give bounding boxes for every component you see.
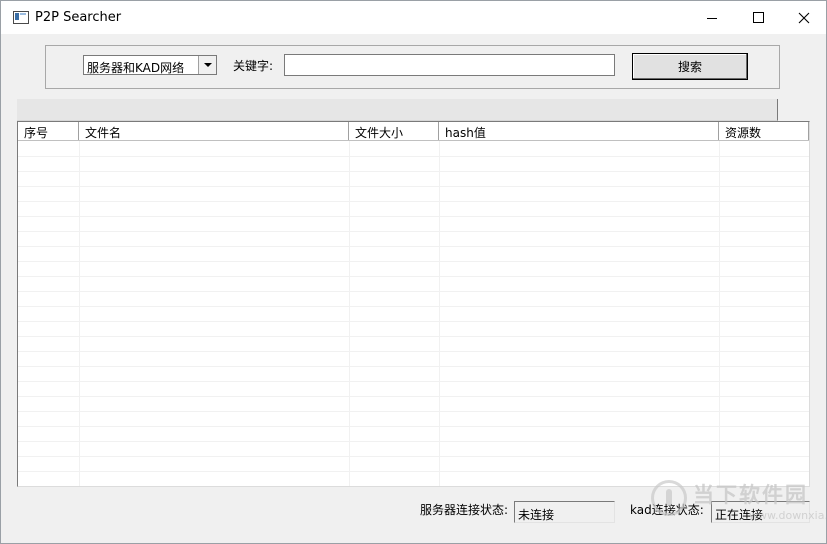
grid-row-line: [18, 306, 809, 307]
column-header-index[interactable]: 序号: [18, 122, 79, 140]
app-icon: [13, 11, 29, 24]
watermark-url: www.downxia.com: [749, 509, 826, 522]
keyword-input[interactable]: [284, 54, 615, 76]
grid-row-line: [18, 261, 809, 262]
search-progress-bar: [17, 99, 778, 121]
grid-row-line: [18, 366, 809, 367]
column-header-sources[interactable]: 资源数: [719, 122, 809, 140]
grid-row-line: [18, 216, 809, 217]
grid-row-line: [18, 471, 809, 472]
grid-row-line: [18, 156, 809, 157]
search-scope-dropdown[interactable]: 服务器和KAD网络: [83, 55, 217, 75]
watermark-logo-icon: [651, 480, 687, 516]
keyword-label: 关键字:: [233, 59, 274, 73]
grid-row-line: [18, 381, 809, 382]
column-header-filesize[interactable]: 文件大小: [349, 122, 439, 140]
minimize-icon: [707, 18, 717, 19]
grid-row-line: [18, 276, 809, 277]
grid-row-line: [18, 291, 809, 292]
grid-row-line: [18, 171, 809, 172]
app-window: P2P Searcher 服务器和KAD网络 关键字: 搜索 序号 文件名 文件…: [0, 0, 827, 544]
title-bar[interactable]: P2P Searcher: [1, 1, 826, 34]
search-scope-value: 服务器和KAD网络: [87, 61, 185, 75]
grid-column-line: [719, 141, 720, 486]
grid-column-line: [349, 141, 350, 486]
column-header-filename[interactable]: 文件名: [79, 122, 349, 140]
grid-row-line: [18, 231, 809, 232]
close-icon: [798, 12, 810, 23]
window-title: P2P Searcher: [35, 10, 122, 25]
grid-column-line: [79, 141, 80, 486]
watermark: 当下软件园 www.downxia.com: [651, 477, 826, 529]
grid-row-line: [18, 411, 809, 412]
server-status-label: 服务器连接状态:: [420, 503, 509, 517]
grid-row-line: [18, 426, 809, 427]
grid-row-line: [18, 351, 809, 352]
watermark-name: 当下软件园: [693, 483, 808, 507]
chevron-down-icon[interactable]: [198, 56, 216, 74]
search-button[interactable]: 搜索: [632, 53, 748, 80]
grid-row-line: [18, 456, 809, 457]
close-button[interactable]: [781, 1, 826, 34]
grid-row-line: [18, 201, 809, 202]
results-body: [18, 141, 809, 486]
results-list[interactable]: 序号 文件名 文件大小 hash值 资源数: [17, 121, 810, 487]
maximize-button[interactable]: [735, 1, 781, 34]
minimize-button[interactable]: [689, 1, 735, 34]
maximize-icon: [752, 12, 764, 23]
grid-row-line: [18, 186, 809, 187]
grid-row-line: [18, 246, 809, 247]
server-status-value: 未连接: [514, 501, 615, 523]
results-header: 序号 文件名 文件大小 hash值 资源数: [18, 122, 809, 141]
grid-row-line: [18, 396, 809, 397]
grid-row-line: [18, 336, 809, 337]
grid-row-line: [18, 321, 809, 322]
grid-row-line: [18, 441, 809, 442]
column-header-hash[interactable]: hash值: [439, 122, 719, 140]
grid-column-line: [439, 141, 440, 486]
